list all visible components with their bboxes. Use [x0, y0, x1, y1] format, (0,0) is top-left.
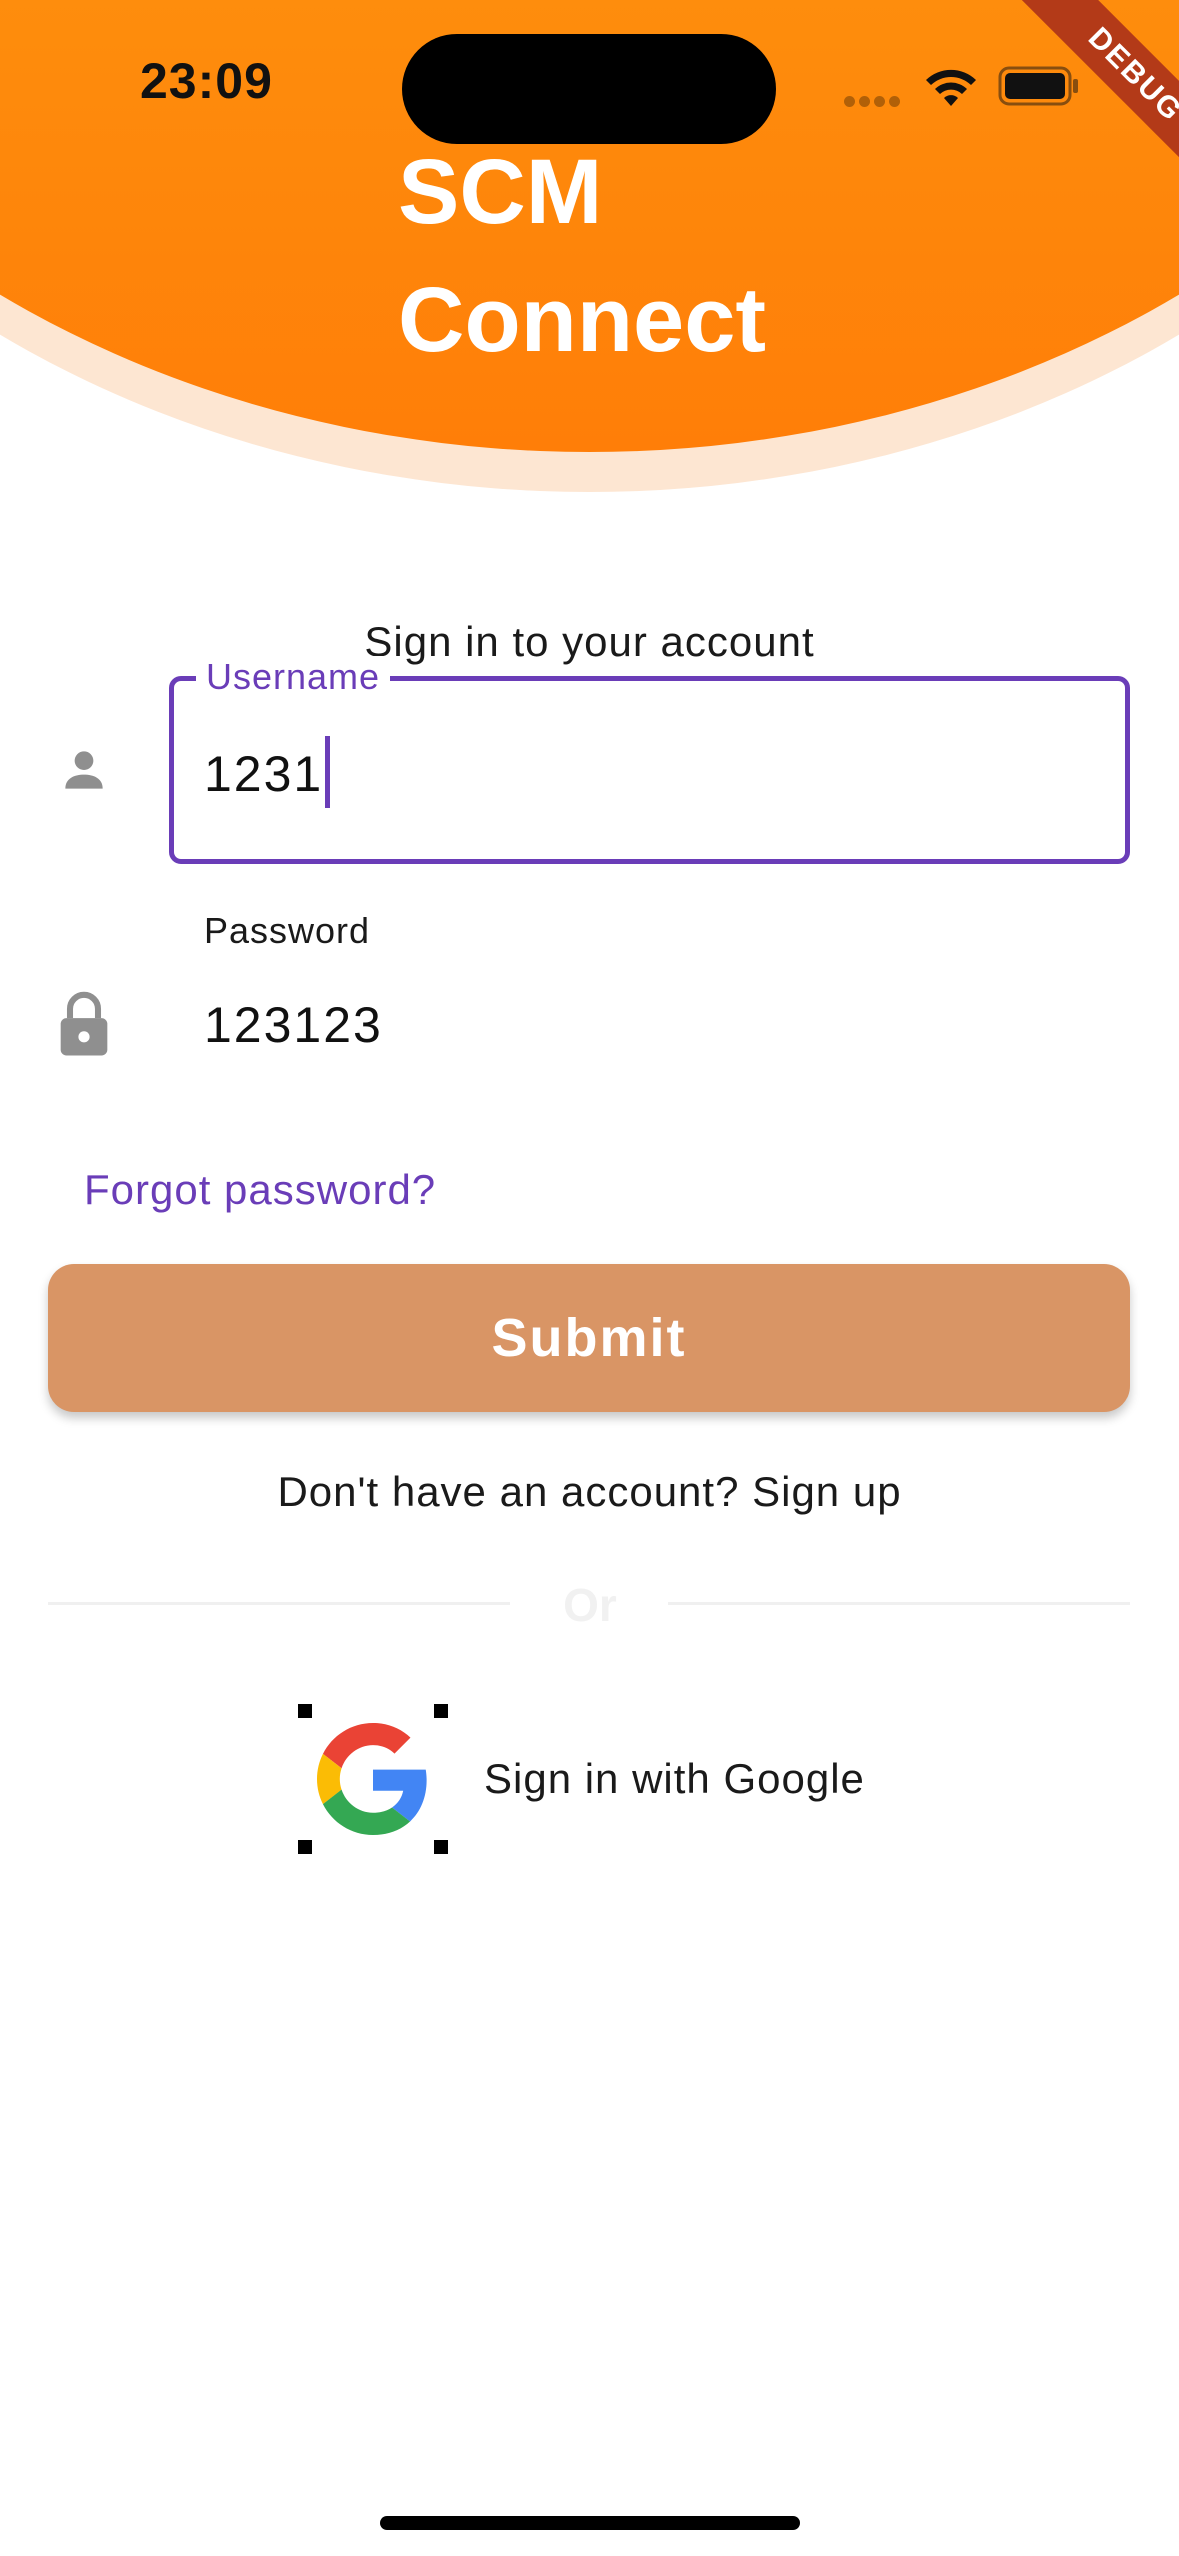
- battery-icon: [998, 66, 1078, 106]
- signup-link[interactable]: Don't have an account? Sign up: [0, 1468, 1179, 1516]
- password-label: Password: [204, 910, 371, 951]
- divider-left: [48, 1602, 510, 1605]
- login-screen: SCM Connect 23:09 DEBUG Sign in to your …: [0, 0, 1179, 2556]
- app-title: SCM Connect: [398, 141, 766, 371]
- dynamic-island: [402, 34, 776, 144]
- username-value: 1231: [204, 746, 324, 803]
- google-signin-button[interactable]: Sign in with Google: [298, 1704, 865, 1854]
- lock-icon: [60, 991, 108, 1056]
- submit-button[interactable]: Submit: [48, 1264, 1130, 1412]
- wifi-icon: [926, 69, 976, 106]
- forgot-password-link[interactable]: Forgot password?: [84, 1166, 436, 1214]
- google-icon: [298, 1704, 448, 1854]
- home-indicator[interactable]: [380, 2516, 800, 2530]
- password-input[interactable]: 123123: [204, 996, 383, 1054]
- divider-or-text: Or: [563, 1579, 617, 1631]
- divider-right: [668, 1602, 1130, 1605]
- cellular-signal-icon: [844, 94, 906, 108]
- text-caret: [325, 736, 331, 808]
- signin-heading: Sign in to your account: [364, 618, 815, 665]
- status-time: 23:09: [140, 53, 273, 109]
- person-icon: [65, 751, 103, 789]
- google-signin-label: Sign in with Google: [484, 1755, 865, 1802]
- username-input[interactable]: 1231: [204, 736, 331, 814]
- username-label: Username: [196, 656, 391, 698]
